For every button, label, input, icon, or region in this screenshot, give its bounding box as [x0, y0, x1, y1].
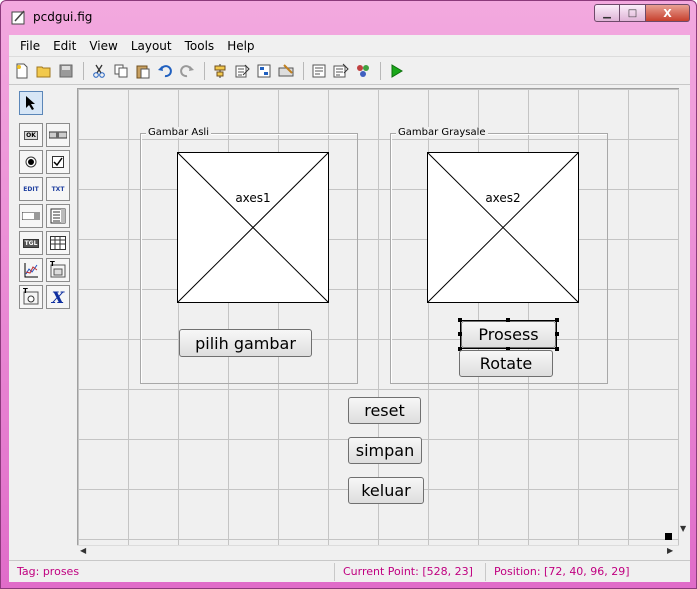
- activex-tool-label: X: [51, 287, 65, 307]
- scroll-right-icon[interactable]: ▶: [667, 546, 673, 555]
- toolbar-separator: [83, 61, 84, 80]
- paste-icon[interactable]: [134, 62, 152, 80]
- select-tool[interactable]: [19, 91, 43, 115]
- align-icon[interactable]: [211, 62, 229, 80]
- button-group-tool[interactable]: T: [19, 285, 43, 309]
- guide-figure-icon: [11, 9, 27, 25]
- status-position: Position: [72, 40, 96, 29]: [494, 565, 630, 578]
- window-frame: pcdgui.fig ▁ □ X File Edit View Layout T…: [0, 0, 697, 589]
- panel-tool-label: T: [50, 260, 55, 268]
- run-icon[interactable]: [387, 62, 405, 80]
- scroll-down-icon[interactable]: ▼: [680, 524, 686, 533]
- undo-icon[interactable]: [156, 62, 174, 80]
- reset-button[interactable]: reset: [348, 397, 421, 424]
- toggle-button-tool-label: TGL: [22, 238, 40, 248]
- selection-outline: [458, 318, 559, 351]
- popup-menu-tool[interactable]: [19, 204, 43, 228]
- arrow-cursor-icon: [26, 96, 35, 110]
- menu-tools[interactable]: Tools: [180, 39, 223, 53]
- panel-title-gambar-graysale: Gambar Graysale: [396, 127, 488, 138]
- scroll-left-icon[interactable]: ◀: [80, 546, 86, 555]
- title-bar: pcdgui.fig ▁ □ X: [1, 1, 697, 35]
- keluar-button[interactable]: keluar: [348, 477, 424, 504]
- slider-tool[interactable]: [46, 123, 70, 147]
- status-bar: Tag: proses Current Point: [528, 23] Pos…: [9, 560, 690, 582]
- table-tool[interactable]: [46, 231, 70, 255]
- resize-handle[interactable]: [555, 347, 559, 351]
- axes2-label: axes2: [485, 191, 521, 205]
- resize-handle[interactable]: [506, 318, 510, 322]
- menu-view[interactable]: View: [84, 39, 125, 53]
- menu-help[interactable]: Help: [222, 39, 262, 53]
- object-browser-icon[interactable]: [354, 62, 372, 80]
- menu-edit[interactable]: Edit: [48, 39, 84, 53]
- toolbar: [9, 57, 690, 85]
- editor-icon[interactable]: [310, 62, 328, 80]
- pushbutton-tool-label: OK: [24, 130, 38, 140]
- menu-file[interactable]: File: [15, 39, 48, 53]
- toolbar-separator: [303, 61, 304, 80]
- toggle-button-tool[interactable]: TGL: [19, 231, 43, 255]
- resize-handle[interactable]: [458, 318, 462, 322]
- simpan-button[interactable]: simpan: [348, 437, 422, 464]
- menu-bar: File Edit View Layout Tools Help: [9, 35, 690, 57]
- static-text-tool[interactable]: TXT: [46, 177, 70, 201]
- property-inspector-icon[interactable]: [332, 62, 350, 80]
- figure-resize-handle[interactable]: [665, 533, 672, 540]
- toolbar-separator: [204, 61, 205, 80]
- cut-icon[interactable]: [90, 62, 108, 80]
- listbox-tool[interactable]: [46, 204, 70, 228]
- axes-tool[interactable]: [19, 258, 43, 282]
- menu-editor-icon[interactable]: [233, 62, 251, 80]
- activex-tool[interactable]: X: [46, 285, 70, 309]
- save-icon[interactable]: [57, 62, 75, 80]
- resize-handle[interactable]: [555, 332, 559, 336]
- panel-gambar-graysale[interactable]: Gambar Graysale axes2 Prosess Rotate: [390, 127, 608, 384]
- status-current-point: Current Point: [528, 23]: [335, 562, 486, 581]
- open-folder-icon[interactable]: [35, 62, 53, 80]
- pushbutton-tool[interactable]: OK: [19, 123, 43, 147]
- menu-layout[interactable]: Layout: [126, 39, 180, 53]
- tab-order-icon[interactable]: [255, 62, 273, 80]
- radiobutton-tool[interactable]: [19, 150, 43, 174]
- edit-text-tool-label: EDIT: [23, 185, 39, 193]
- maximize-button[interactable]: □: [620, 4, 646, 22]
- redo-icon[interactable]: [178, 62, 196, 80]
- panel-gambar-asli[interactable]: Gambar Asli axes1 pilih gambar: [140, 127, 358, 384]
- rotate-button[interactable]: Rotate: [459, 350, 553, 377]
- button-group-tool-label: T: [23, 287, 28, 295]
- toolbar-editor-icon[interactable]: [277, 62, 295, 80]
- guide-client-area: File Edit View Layout Tools Help OK EDIT…: [9, 35, 690, 582]
- window-title: pcdgui.fig: [33, 10, 93, 24]
- vertical-scrollbar[interactable]: ▼: [679, 88, 690, 545]
- axes1[interactable]: axes1: [177, 152, 329, 303]
- axes2[interactable]: axes2: [427, 152, 579, 303]
- panel-title-gambar-asli: Gambar Asli: [146, 127, 211, 138]
- copy-icon[interactable]: [112, 62, 130, 80]
- edit-text-tool[interactable]: EDIT: [19, 177, 43, 201]
- resize-handle[interactable]: [458, 332, 462, 336]
- new-file-icon[interactable]: [13, 62, 31, 80]
- resize-handle[interactable]: [555, 318, 559, 322]
- checkbox-tool[interactable]: [46, 150, 70, 174]
- minimize-button[interactable]: ▁: [594, 4, 620, 22]
- panel-tool[interactable]: T: [46, 258, 70, 282]
- status-tag: Tag: proses: [9, 562, 335, 581]
- horizontal-scrollbar[interactable]: ◀ ▶: [77, 545, 679, 556]
- close-button[interactable]: X: [646, 4, 690, 22]
- layout-editor-area[interactable]: Gambar Asli axes1 pilih gambar Gambar Gr…: [77, 88, 679, 545]
- pilih-gambar-button[interactable]: pilih gambar: [179, 329, 312, 357]
- toolbar-separator: [380, 61, 381, 80]
- static-text-tool-label: TXT: [51, 185, 65, 193]
- axes1-label: axes1: [235, 191, 271, 205]
